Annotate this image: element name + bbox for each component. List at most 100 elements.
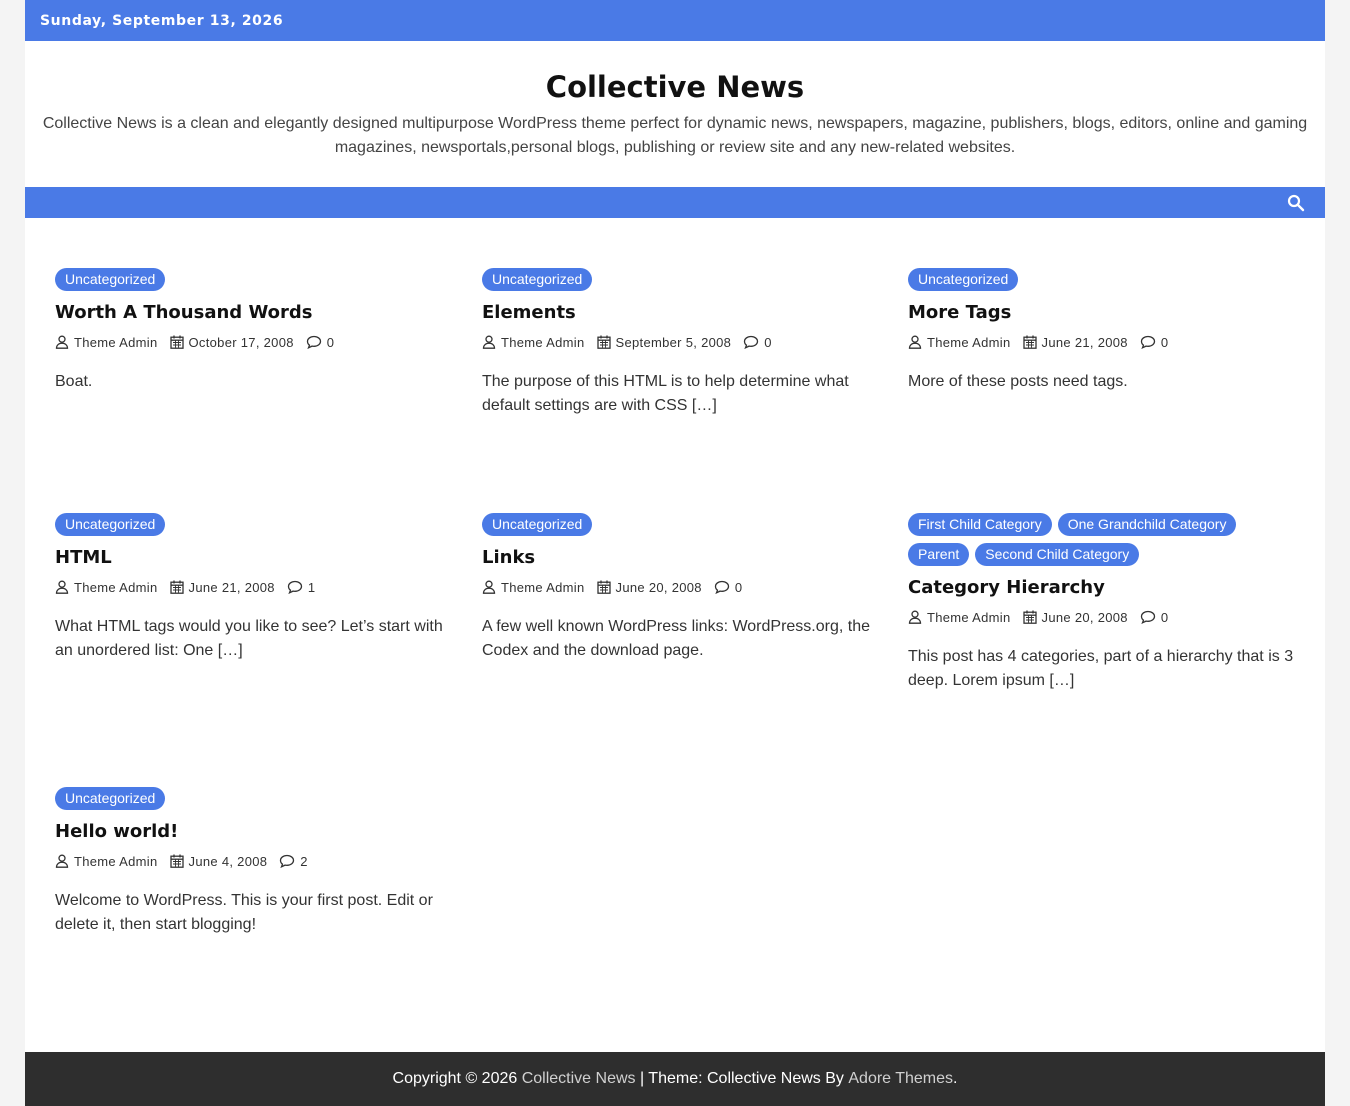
comment-count: 0 [764, 334, 772, 350]
post-author[interactable]: Theme Admin [908, 335, 1011, 350]
category-badge[interactable]: First Child Category [908, 513, 1052, 536]
post-card: Uncategorized HTML Theme Admin June 21, 200… [55, 513, 445, 663]
current-date: Sunday, September 13, 2026 [40, 12, 284, 29]
category-badge[interactable]: One Grandchild Category [1057, 513, 1237, 536]
comment-icon [280, 854, 295, 868]
post-title[interactable]: More Tags [908, 301, 1298, 325]
date-text: June 20, 2008 [1041, 609, 1128, 625]
post-author[interactable]: Theme Admin [482, 335, 585, 350]
post-date[interactable]: September 5, 2008 [596, 334, 732, 350]
post-date[interactable]: June 20, 2008 [1022, 609, 1128, 625]
calendar-icon [169, 335, 184, 349]
comment-count: 2 [300, 853, 308, 869]
post-author[interactable]: Theme Admin [55, 854, 158, 869]
post-excerpt: Welcome to WordPress. This is your first… [55, 892, 433, 933]
site-footer: Copyright © 2026 Collective News | Theme… [25, 1052, 1325, 1106]
post-meta: Theme Admin June 21, 2008 1 [55, 578, 445, 596]
comment-icon [1140, 610, 1155, 624]
main-navigation [25, 187, 1325, 218]
user-icon [482, 580, 496, 594]
theme-author-link[interactable]: Adore Themes [848, 1070, 953, 1088]
user-icon [482, 335, 496, 349]
user-icon [55, 854, 69, 868]
author-name: Theme Admin [74, 579, 158, 595]
post-title[interactable]: Links [482, 546, 872, 570]
user-icon [908, 335, 922, 349]
footer-suffix: . [953, 1070, 958, 1087]
comment-count: 0 [1160, 334, 1169, 350]
post-card: Uncategorized Links Theme Admin June 20, 20… [482, 513, 872, 663]
user-icon [55, 335, 69, 349]
post-comments[interactable]: 2 [279, 854, 308, 869]
site-branding: Collective News Collective News is a cle… [25, 41, 1325, 160]
author-name: Theme Admin [74, 853, 158, 869]
date-text: September 5, 2008 [615, 334, 732, 350]
post-excerpt: More of these posts need tags. [908, 373, 1128, 390]
post-title[interactable]: Hello world! [55, 820, 445, 844]
post-author[interactable]: Theme Admin [55, 335, 158, 350]
post-card: Uncategorized More Tags Theme Admin June 21… [908, 268, 1298, 394]
post-meta: Theme Admin October 17, 2008 0 [55, 333, 445, 351]
post-meta: Theme Admin June 21, 2008 0 [908, 333, 1298, 351]
post-comments[interactable]: 1 [287, 580, 316, 595]
comment-icon [1140, 335, 1155, 349]
post-meta: Theme Admin June 4, 2008 2 [55, 852, 445, 870]
comment-icon [306, 335, 321, 349]
category-badge[interactable]: Uncategorized [55, 787, 166, 810]
post-date[interactable]: June 4, 2008 [169, 853, 268, 869]
category-badge[interactable]: Uncategorized [55, 513, 166, 536]
post-author[interactable]: Theme Admin [482, 580, 585, 595]
post-card: First Child Category One Grandchild Categ… [908, 513, 1298, 693]
post-date[interactable]: June 21, 2008 [169, 579, 275, 595]
post-title[interactable]: Worth A Thousand Words [55, 301, 445, 325]
date-text: June 20, 2008 [615, 579, 702, 595]
search-icon[interactable] [1287, 194, 1305, 212]
footer-site-link[interactable]: Collective News [522, 1070, 636, 1088]
post-comments[interactable]: 0 [306, 335, 335, 350]
author-name: Theme Admin [74, 334, 158, 350]
post-title[interactable]: Category Hierarchy [908, 576, 1298, 600]
category-badge[interactable]: Parent [908, 543, 970, 566]
post-meta: Theme Admin June 20, 2008 0 [482, 578, 872, 596]
post-categories: Uncategorized [55, 268, 445, 291]
post-title[interactable]: HTML [55, 546, 445, 570]
author-name: Theme Admin [927, 334, 1011, 350]
post-excerpt: What HTML tags would you like to see? Le… [55, 618, 443, 659]
post-categories: Uncategorized [482, 268, 872, 291]
post-categories: Uncategorized [55, 787, 445, 810]
author-name: Theme Admin [501, 334, 585, 350]
post-comments[interactable]: 0 [1140, 610, 1169, 625]
post-excerpt: Boat. [55, 373, 93, 390]
date-text: June 21, 2008 [1041, 334, 1128, 350]
post-title[interactable]: Elements [482, 301, 872, 325]
comment-icon [744, 335, 759, 349]
category-badge[interactable]: Uncategorized [908, 268, 1019, 291]
category-badge[interactable]: Uncategorized [482, 513, 593, 536]
post-author[interactable]: Theme Admin [55, 580, 158, 595]
category-badge[interactable]: Uncategorized [482, 268, 593, 291]
comment-count: 0 [326, 334, 335, 350]
site-description: Collective News is a clean and elegantly… [42, 115, 1308, 156]
date-text: October 17, 2008 [188, 334, 294, 350]
date-text: June 21, 2008 [188, 579, 275, 595]
post-excerpt: A few well known WordPress links: WordPr… [482, 618, 870, 659]
theme-credit-text: | Theme: Collective News By [639, 1070, 844, 1087]
category-badge[interactable]: Second Child Category [975, 543, 1140, 566]
post-card: Uncategorized Elements Theme Admin Septembe… [482, 268, 872, 418]
post-date[interactable]: June 21, 2008 [1022, 334, 1128, 350]
post-date[interactable]: June 20, 2008 [596, 579, 702, 595]
post-author[interactable]: Theme Admin [908, 610, 1011, 625]
post-comments[interactable]: 0 [743, 335, 772, 350]
user-icon [55, 580, 69, 594]
post-comments[interactable]: 0 [1140, 335, 1169, 350]
date-text: June 4, 2008 [188, 853, 268, 869]
post-comments[interactable]: 0 [714, 580, 743, 595]
user-icon [908, 610, 922, 624]
calendar-icon [169, 854, 184, 868]
comment-icon [287, 580, 302, 594]
site-title[interactable]: Collective News [25, 68, 1325, 106]
category-badge[interactable]: Uncategorized [55, 268, 166, 291]
post-categories: Uncategorized [482, 513, 872, 536]
post-date[interactable]: October 17, 2008 [169, 334, 294, 350]
author-name: Theme Admin [501, 579, 585, 595]
